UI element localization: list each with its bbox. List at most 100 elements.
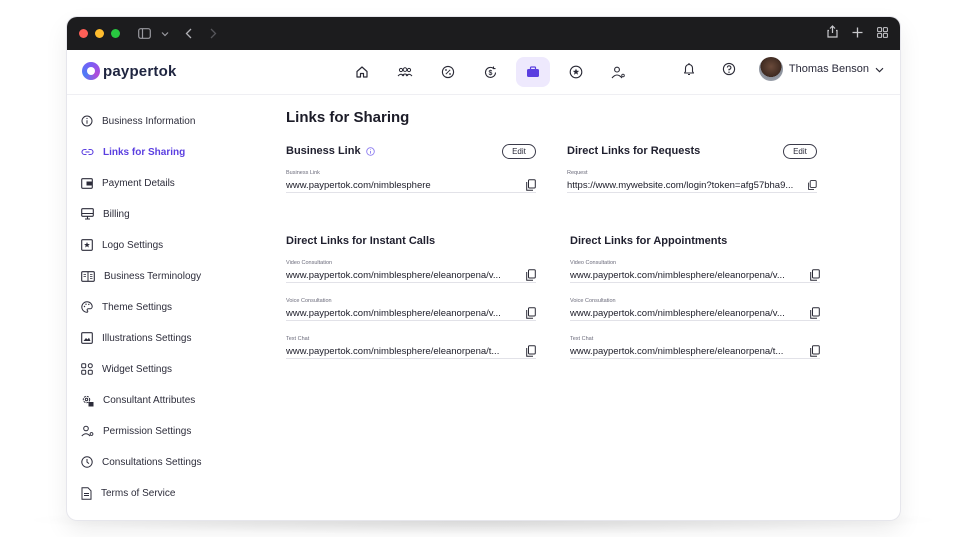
sidebar-item-label: Business Information bbox=[102, 115, 196, 127]
appointment-video-value[interactable]: www.paypertok.com/nimblesphere/eleanorpe… bbox=[570, 270, 785, 281]
copy-icon[interactable] bbox=[526, 345, 536, 357]
chevron-down-icon[interactable] bbox=[875, 60, 884, 78]
sidebar-item-label: Business Terminology bbox=[104, 270, 202, 282]
close-window-button[interactable] bbox=[79, 29, 88, 38]
copy-icon[interactable] bbox=[810, 307, 820, 319]
widgets-icon bbox=[81, 363, 93, 375]
instant-video-value[interactable]: www.paypertok.com/nimblesphere/eleanorpe… bbox=[286, 270, 501, 281]
appointments-heading: Direct Links for Appointments bbox=[570, 235, 728, 247]
info-icon[interactable] bbox=[365, 146, 375, 156]
sidebar-item-label: Permission Settings bbox=[103, 425, 192, 437]
sidebar-item-label: Terms of Service bbox=[101, 487, 176, 499]
book-icon bbox=[81, 270, 95, 282]
copy-icon[interactable] bbox=[526, 269, 536, 281]
sidebar-item-business-information[interactable]: Business Information bbox=[81, 111, 195, 131]
sidebar-item-consultant-attributes[interactable]: Consultant Attributes bbox=[81, 390, 195, 410]
appointment-voice-value[interactable]: www.paypertok.com/nimblesphere/eleanorpe… bbox=[570, 308, 785, 319]
user-name[interactable]: Thomas Benson bbox=[789, 63, 869, 75]
field-label: Business Link bbox=[286, 170, 320, 176]
sidebar-item-widget-settings[interactable]: Widget Settings bbox=[81, 359, 172, 379]
wallet-icon bbox=[81, 177, 93, 189]
tab-grid-icon[interactable] bbox=[877, 25, 888, 43]
sidebar-item-illustrations-settings[interactable]: Illustrations Settings bbox=[81, 328, 192, 348]
briefcase-icon[interactable] bbox=[516, 57, 551, 87]
link-icon bbox=[81, 148, 94, 156]
sidebar-item-terms-of-service[interactable]: Terms of Service bbox=[81, 483, 175, 503]
sidebar-item-label: Consultant Attributes bbox=[103, 394, 196, 406]
field-label: Video Consultation bbox=[286, 260, 333, 266]
appointment-video-field: Video Consultation www.paypertok.com/nim… bbox=[570, 260, 820, 283]
instant-voice-value[interactable]: www.paypertok.com/nimblesphere/eleanorpe… bbox=[286, 308, 501, 319]
appointment-text-chat-field: Text Chat www.paypertok.com/nimblesphere… bbox=[570, 336, 820, 359]
sidebar-item-business-terminology[interactable]: Business Terminology bbox=[81, 266, 201, 286]
instant-text-chat-field: Text Chat www.paypertok.com/nimblesphere… bbox=[286, 336, 536, 359]
palette-icon bbox=[81, 301, 93, 313]
instant-text-chat-value[interactable]: www.paypertok.com/nimblesphere/eleanorpe… bbox=[286, 346, 499, 357]
sidebar-item-label: Illustrations Settings bbox=[102, 332, 192, 344]
instant-voice-field: Voice Consultation www.paypertok.com/nim… bbox=[286, 298, 536, 321]
copy-icon[interactable] bbox=[810, 269, 820, 281]
business-link-edit-button[interactable]: Edit bbox=[502, 144, 536, 159]
sidebar-item-label: Billing bbox=[103, 208, 130, 220]
field-label: Voice Consultation bbox=[570, 298, 616, 304]
field-label: Video Consultation bbox=[570, 260, 617, 266]
sidebar-item-label: Widget Settings bbox=[102, 363, 173, 375]
zoom-window-button[interactable] bbox=[111, 29, 120, 38]
copy-icon[interactable] bbox=[810, 345, 820, 357]
share-icon[interactable] bbox=[827, 24, 838, 43]
request-link-value[interactable]: https://www.mywebsite.com/login?token=af… bbox=[567, 180, 793, 191]
sidebar-item-label: Consultations Settings bbox=[102, 456, 202, 468]
sidebar-toggle-icon[interactable] bbox=[138, 28, 151, 39]
logo[interactable]: paypertok bbox=[82, 62, 177, 80]
browser-toolbar bbox=[67, 17, 900, 50]
sidebar-item-consultations-settings[interactable]: Consultations Settings bbox=[81, 452, 202, 472]
star-badge-icon[interactable] bbox=[559, 57, 593, 87]
user-settings-icon[interactable] bbox=[602, 57, 636, 87]
appointment-text-chat-value[interactable]: www.paypertok.com/nimblesphere/eleanorpe… bbox=[570, 346, 783, 357]
sidebar-item-label: Logo Settings bbox=[102, 239, 164, 251]
bell-icon[interactable] bbox=[679, 59, 699, 79]
logo-mark-icon bbox=[82, 62, 100, 80]
user-key-icon bbox=[81, 425, 94, 437]
sidebar-item-logo-settings[interactable]: Logo Settings bbox=[81, 235, 163, 255]
home-icon[interactable] bbox=[345, 57, 379, 87]
copy-icon[interactable] bbox=[526, 179, 536, 191]
document-icon bbox=[81, 486, 92, 500]
field-label: Text Chat bbox=[286, 336, 310, 342]
appointment-voice-field: Voice Consultation www.paypertok.com/nim… bbox=[570, 298, 820, 321]
help-icon[interactable] bbox=[719, 59, 739, 79]
minimize-window-button[interactable] bbox=[95, 29, 104, 38]
sidebar-item-links-for-sharing[interactable]: Links for Sharing bbox=[81, 142, 185, 162]
dollar-refresh-icon[interactable]: $ bbox=[473, 57, 507, 87]
traffic-lights bbox=[79, 29, 120, 38]
percent-icon[interactable] bbox=[431, 57, 465, 87]
sidebar-item-permission-settings[interactable]: Permission Settings bbox=[81, 421, 191, 441]
business-link-heading: Business Link bbox=[286, 145, 375, 157]
direct-requests-edit-button[interactable]: Edit bbox=[783, 144, 817, 159]
svg-text:$: $ bbox=[488, 70, 492, 77]
instant-video-field: Video Consultation www.paypertok.com/nim… bbox=[286, 260, 536, 283]
field-label: Request bbox=[567, 170, 588, 176]
instant-calls-heading: Direct Links for Instant Calls bbox=[286, 235, 436, 247]
copy-icon[interactable] bbox=[526, 307, 536, 319]
star-square-icon bbox=[81, 239, 93, 251]
sidebar-item-label: Theme Settings bbox=[102, 301, 173, 313]
sidebar-item-billing[interactable]: Billing bbox=[81, 204, 130, 224]
clock-icon bbox=[81, 456, 93, 468]
image-icon bbox=[81, 332, 93, 344]
team-icon[interactable] bbox=[388, 57, 422, 87]
forward-arrow-icon[interactable] bbox=[210, 28, 217, 39]
page-title: Links for Sharing bbox=[286, 109, 410, 126]
new-tab-icon[interactable] bbox=[852, 25, 863, 43]
attributes-icon bbox=[82, 395, 94, 406]
business-link-value[interactable]: www.paypertok.com/nimblesphere bbox=[286, 180, 431, 191]
back-arrow-icon[interactable] bbox=[185, 28, 192, 39]
avatar[interactable] bbox=[758, 57, 783, 81]
copy-icon[interactable] bbox=[808, 180, 817, 190]
sidebar-item-payment-details[interactable]: Payment Details bbox=[81, 173, 175, 193]
chevron-down-icon[interactable] bbox=[161, 31, 169, 37]
logo-text: paypertok bbox=[103, 62, 177, 80]
sidebar-item-theme-settings[interactable]: Theme Settings bbox=[81, 297, 172, 317]
main-content: Links for Sharing Business Link Edit Bus… bbox=[286, 95, 900, 520]
field-label: Voice Consultation bbox=[286, 298, 332, 304]
